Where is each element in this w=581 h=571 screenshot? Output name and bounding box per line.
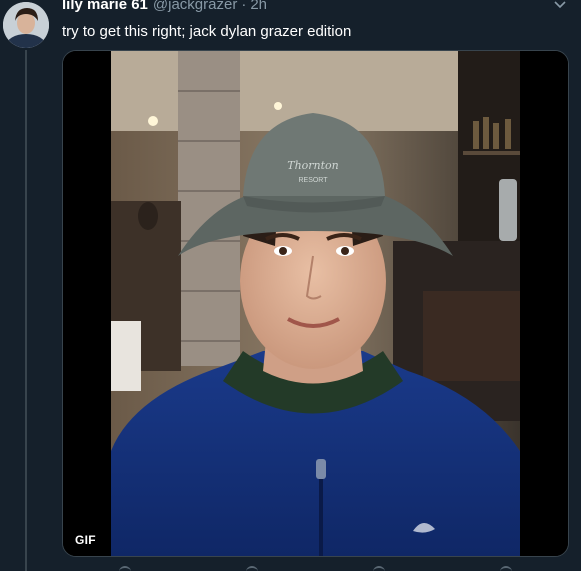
gif-media[interactable]: Thornton RESORT GIF (62, 50, 569, 557)
tweet-header: lily marie 61 @jackgrazer · 2h (62, 0, 267, 16)
retweet-icon[interactable] (246, 566, 259, 571)
reply-icon[interactable] (119, 566, 132, 571)
hat-resort-text: RESORT (298, 177, 328, 184)
like-icon[interactable] (372, 566, 385, 571)
tweet-container[interactable]: lily marie 61 @jackgrazer · 2h try to ge… (0, 0, 581, 571)
hat-brand-text: Thornton (287, 159, 339, 172)
gif-badge: GIF (69, 530, 102, 550)
timestamp[interactable]: 2h (250, 0, 267, 13)
gif-frame: Thornton RESORT (63, 51, 568, 556)
thread-line (25, 50, 27, 571)
tweet-text: try to get this right; jack dylan grazer… (62, 23, 352, 40)
avatar-image (3, 2, 49, 48)
share-icon[interactable] (499, 566, 512, 571)
avatar[interactable] (3, 2, 49, 48)
user-handle[interactable]: @jackgrazer (153, 0, 237, 13)
chevron-down-icon[interactable] (553, 0, 567, 12)
display-name[interactable]: lily marie 61 (62, 0, 148, 13)
tweet-actions (62, 566, 569, 571)
separator-dot: · (241, 0, 247, 13)
